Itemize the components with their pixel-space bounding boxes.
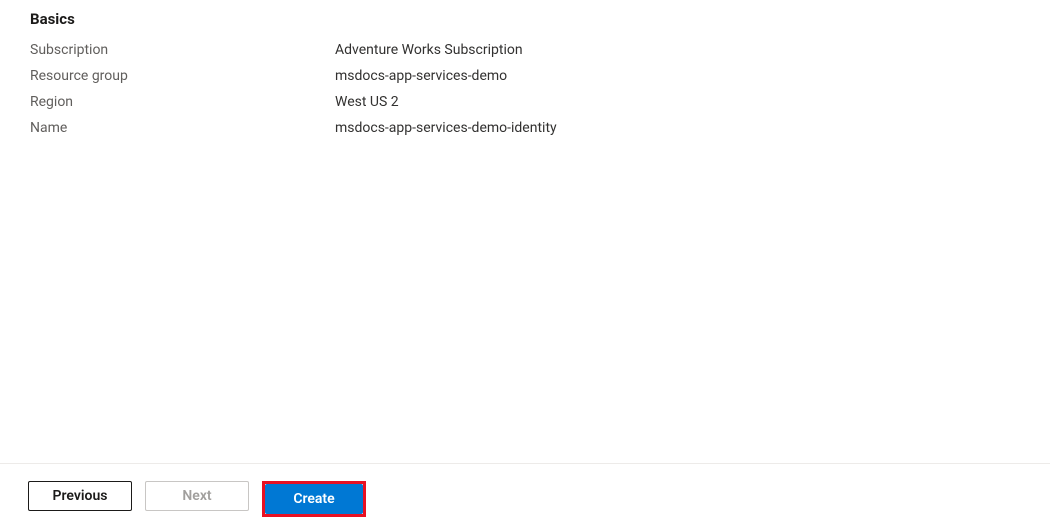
review-content: Basics Subscription Adventure Works Subs… [0,0,1050,136]
property-label-resource-group: Resource group [30,68,335,84]
previous-button[interactable]: Previous [28,481,132,511]
property-row: Subscription Adventure Works Subscriptio… [30,42,1020,58]
property-row: Region West US 2 [30,94,1020,110]
property-value-subscription: Adventure Works Subscription [335,42,523,58]
section-heading-basics: Basics [30,10,1020,28]
next-button: Next [145,481,249,511]
create-button-highlight: Create [262,481,366,517]
property-value-region: West US 2 [335,94,399,110]
property-value-name: msdocs-app-services-demo-identity [335,120,557,136]
property-label-name: Name [30,120,335,136]
create-button[interactable]: Create [265,484,363,514]
property-value-resource-group: msdocs-app-services-demo [335,68,507,84]
wizard-footer: Previous Next Create [0,463,1050,525]
property-label-region: Region [30,94,335,110]
property-label-subscription: Subscription [30,42,335,58]
property-row: Resource group msdocs-app-services-demo [30,68,1020,84]
property-row: Name msdocs-app-services-demo-identity [30,120,1020,136]
